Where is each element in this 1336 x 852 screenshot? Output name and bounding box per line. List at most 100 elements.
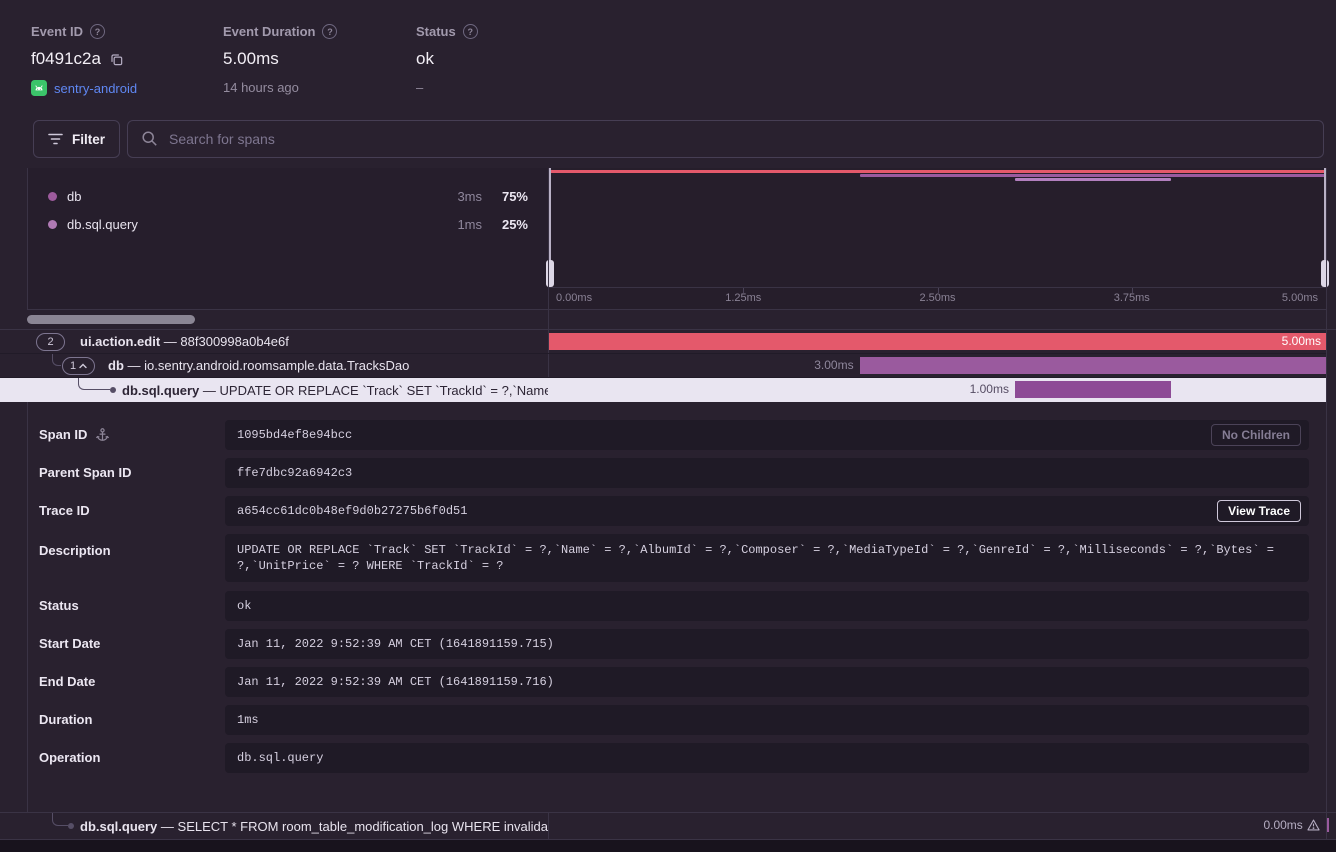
status-label: Status <box>416 24 456 39</box>
tree-connector <box>78 378 110 390</box>
parent-span-id-value: ffe7dbc92a6942c3 <box>225 458 1309 488</box>
project-link[interactable]: sentry-android <box>54 81 137 96</box>
children-count-badge[interactable]: 2 <box>36 333 65 351</box>
help-icon[interactable]: ? <box>90 24 105 39</box>
leaf-dot <box>110 387 116 393</box>
legend-percent: 25% <box>502 217 528 232</box>
help-icon[interactable]: ? <box>463 24 478 39</box>
span-desc: 88f300998a0b4e6f <box>180 334 288 349</box>
span-row-db-sql-query-selected[interactable]: db.sql.query — UPDATE OR REPLACE `Track`… <box>0 378 1326 402</box>
search-icon <box>141 130 158 147</box>
span-row-db-sql-query-select[interactable]: db.sql.query — SELECT * FROM room_table_… <box>0 813 1326 839</box>
detail-label: Trace ID <box>39 503 90 518</box>
minimap-span-ui-action-edit <box>549 170 1326 173</box>
span-row-ui-action-edit[interactable]: 2 ui.action.edit — 88f300998a0b4e6f 5.00… <box>0 330 1326 354</box>
span-desc: io.sentry.android.roomsample.data.Tracks… <box>144 358 409 373</box>
detail-label: Operation <box>39 750 100 765</box>
detail-label: Span ID <box>39 427 87 442</box>
axis-tick: 1.25ms <box>725 292 761 304</box>
minimap-left-drag-handle[interactable] <box>549 168 551 287</box>
detail-label: End Date <box>39 674 95 689</box>
legend-item-db[interactable]: db 3ms 75% <box>28 182 548 210</box>
chevron-up-icon <box>79 363 87 369</box>
legend-percent: 75% <box>502 189 528 204</box>
status-detail-value: ok <box>225 591 1309 621</box>
span-id-value: 1095bd4ef8e94bcc No Children <box>225 420 1309 450</box>
detail-label: Duration <box>39 712 92 727</box>
trace-minimap[interactable] <box>549 168 1326 287</box>
span-search <box>127 120 1324 158</box>
event-id-block: Event ID ? f0491c2a <box>31 24 137 96</box>
detail-label: Start Date <box>39 636 100 651</box>
legend-dot <box>48 192 57 201</box>
status-sub: – <box>416 80 423 95</box>
detail-label: Description <box>39 543 111 558</box>
tree-connector <box>52 354 61 366</box>
start-date-value: Jan 11, 2022 9:52:39 AM CET (1641891159.… <box>225 629 1309 659</box>
anchor-icon[interactable] <box>95 427 110 442</box>
event-duration-block: Event Duration ? 5.00ms 14 hours ago <box>223 24 337 95</box>
span-bar-db[interactable] <box>860 357 1326 374</box>
span-details-panel: Span ID 1095bd4ef8e94bcc No Children Par… <box>27 402 1327 812</box>
axis-tick: 3.75ms <box>1114 292 1150 304</box>
status-block: Status ? ok – <box>416 24 478 95</box>
span-row-db[interactable]: 1 db — io.sentry.android.roomsample.data… <box>0 354 1326 378</box>
event-id-label: Event ID <box>31 24 83 39</box>
separator: — <box>161 819 174 834</box>
span-duration: 1.00ms <box>970 382 1009 396</box>
event-duration-value: 5.00ms <box>223 49 279 69</box>
help-icon[interactable]: ? <box>322 24 337 39</box>
span-op: ui.action.edit <box>80 334 160 349</box>
filter-button[interactable]: Filter <box>33 120 120 158</box>
legend-dot <box>48 220 57 229</box>
legend-item-db-sql-query[interactable]: db.sql.query 1ms 25% <box>28 210 548 238</box>
axis-tick: 5.00ms <box>1282 292 1318 304</box>
legend-op-name: db <box>67 189 81 204</box>
page-bottom-gutter <box>0 840 1336 852</box>
span-op: db.sql.query <box>80 819 157 834</box>
trace-id-value: a654cc61dc0b48ef9d0b27275b6f0d51 View Tr… <box>225 496 1309 526</box>
search-input[interactable] <box>127 120 1324 158</box>
span-duration-with-warning: 0.00ms <box>1263 818 1319 832</box>
detail-label: Parent Span ID <box>39 465 131 480</box>
filter-button-label: Filter <box>72 132 105 147</box>
filter-icon <box>48 133 63 145</box>
legend-op-name: db.sql.query <box>67 217 138 232</box>
minimap-span-db <box>860 174 1326 177</box>
minimap-span-db-sql-query <box>1015 178 1170 181</box>
separator: — <box>164 334 177 349</box>
axis-tick: 2.50ms <box>919 292 955 304</box>
scrollbar-thumb[interactable] <box>27 315 195 324</box>
status-value: ok <box>416 49 434 69</box>
ops-breakdown-panel: db 3ms 75% db.sql.query 1ms 25% <box>27 168 548 310</box>
android-platform-icon <box>31 80 47 96</box>
warning-icon <box>1307 819 1320 831</box>
span-desc: SELECT * FROM room_table_modification_lo… <box>178 819 548 834</box>
span-detail-view: Event ID ? f0491c2a <box>0 0 1336 852</box>
collapse-badge[interactable]: 1 <box>62 357 95 375</box>
span-bar-db-sql-query[interactable] <box>1015 381 1170 398</box>
span-op: db.sql.query <box>122 383 199 398</box>
span-duration: 5.00ms <box>1282 333 1321 350</box>
end-date-value: Jan 11, 2022 9:52:39 AM CET (1641891159.… <box>225 667 1309 697</box>
operation-value: db.sql.query <box>225 743 1309 773</box>
event-id-value: f0491c2a <box>31 49 101 69</box>
event-time-ago: 14 hours ago <box>223 80 299 95</box>
separator: — <box>128 358 141 373</box>
span-desc: UPDATE OR REPLACE `Track` SET `TrackId` … <box>220 383 548 398</box>
description-value: UPDATE OR REPLACE `Track` SET `TrackId` … <box>225 534 1309 582</box>
detail-label: Status <box>39 598 79 613</box>
span-duration: 3.00ms <box>814 358 853 372</box>
legend-duration: 3ms <box>457 189 482 204</box>
view-trace-button[interactable]: View Trace <box>1217 500 1301 522</box>
span-bar-ui-action-edit[interactable]: 5.00ms <box>549 333 1326 350</box>
legend-duration: 1ms <box>457 217 482 232</box>
leaf-dot <box>68 823 74 829</box>
tree-horizontal-scrollbar[interactable] <box>0 310 548 329</box>
time-axis: 0.00ms 1.25ms 2.50ms 3.75ms 5.00ms <box>549 287 1326 309</box>
event-duration-label: Event Duration <box>223 24 315 39</box>
duration-value: 1ms <box>225 705 1309 735</box>
separator: — <box>203 383 216 398</box>
copy-icon[interactable] <box>109 52 124 67</box>
no-children-badge: No Children <box>1211 424 1301 446</box>
